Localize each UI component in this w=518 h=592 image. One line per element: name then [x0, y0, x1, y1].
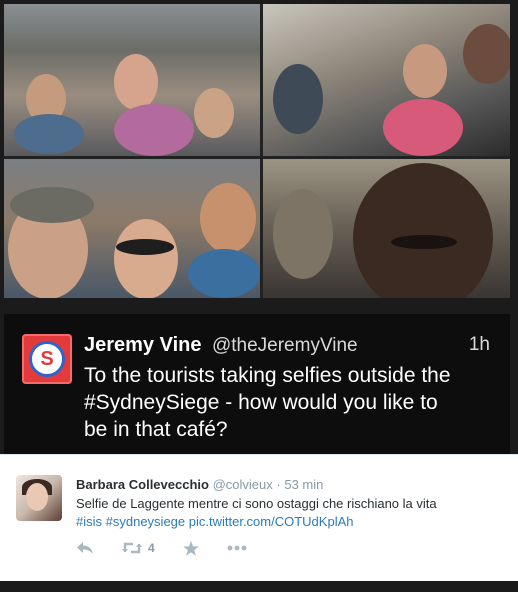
page-footer-strip [0, 581, 518, 592]
meta-separator: · [276, 477, 281, 492]
quote-tweet-header: Barbara Collevecchio @colvieux · 53 min [76, 477, 323, 492]
photo-crowd-selfie [4, 4, 260, 156]
news-channel-logo-icon[interactable]: S [22, 334, 72, 384]
author-name[interactable]: Jeremy Vine [84, 334, 202, 356]
author-handle[interactable]: @theJeremyVine [212, 335, 358, 356]
retweet-button[interactable]: 4 [122, 541, 155, 555]
embedded-tweet-card[interactable]: S Jeremy Vine @theJeremyVine 1h To the t… [4, 314, 510, 454]
tweet-time[interactable]: 53 min [284, 477, 323, 492]
media-link[interactable]: pic.twitter.com/COTUdKplAh [189, 514, 354, 529]
tweet-time[interactable]: 1h [469, 334, 490, 356]
photo-man-selfie [263, 159, 510, 298]
photo-woman-selfie [263, 4, 510, 156]
tweet-links-line: #isis #sydneysiege pic.twitter.com/COTUd… [76, 513, 506, 531]
hashtag-link[interactable]: #sydneysiege [106, 514, 186, 529]
retweet-icon [122, 541, 142, 555]
user-avatar[interactable] [16, 475, 62, 521]
logo-swirl-icon: S [29, 341, 65, 377]
tweet-actions: 4 [76, 538, 275, 558]
tweet-text-line: #SydneySiege - how would you like to [84, 391, 438, 414]
tweet-text-line: To the tourists taking selfies outside t… [84, 364, 451, 387]
photo-group-selfie [4, 159, 260, 298]
author-handle[interactable]: @colvieux [213, 477, 273, 492]
author-name[interactable]: Barbara Collevecchio [76, 477, 209, 492]
star-icon[interactable] [182, 540, 199, 556]
retweet-count: 4 [148, 541, 155, 555]
tweet-text-line: be in that café? [84, 418, 228, 441]
reply-icon[interactable] [76, 541, 94, 555]
quote-tweet-text: Selfie de Laggente mentre ci sono ostagg… [76, 495, 506, 531]
hashtag-link[interactable]: #isis [76, 514, 102, 529]
tweet-text: To the tourists taking selfies outside t… [84, 362, 494, 443]
tweet-body: Selfie de Laggente mentre ci sono ostagg… [76, 496, 437, 511]
tweet-screenshot: S Jeremy Vine @theJeremyVine 1h To the t… [0, 0, 518, 592]
selfie-photo-collage[interactable] [4, 4, 510, 298]
quote-tweet-card[interactable]: Barbara Collevecchio @colvieux · 53 min … [0, 454, 518, 581]
tweet-header: Jeremy Vine @theJeremyVine 1h [84, 334, 490, 360]
more-dots-icon[interactable] [227, 545, 247, 551]
